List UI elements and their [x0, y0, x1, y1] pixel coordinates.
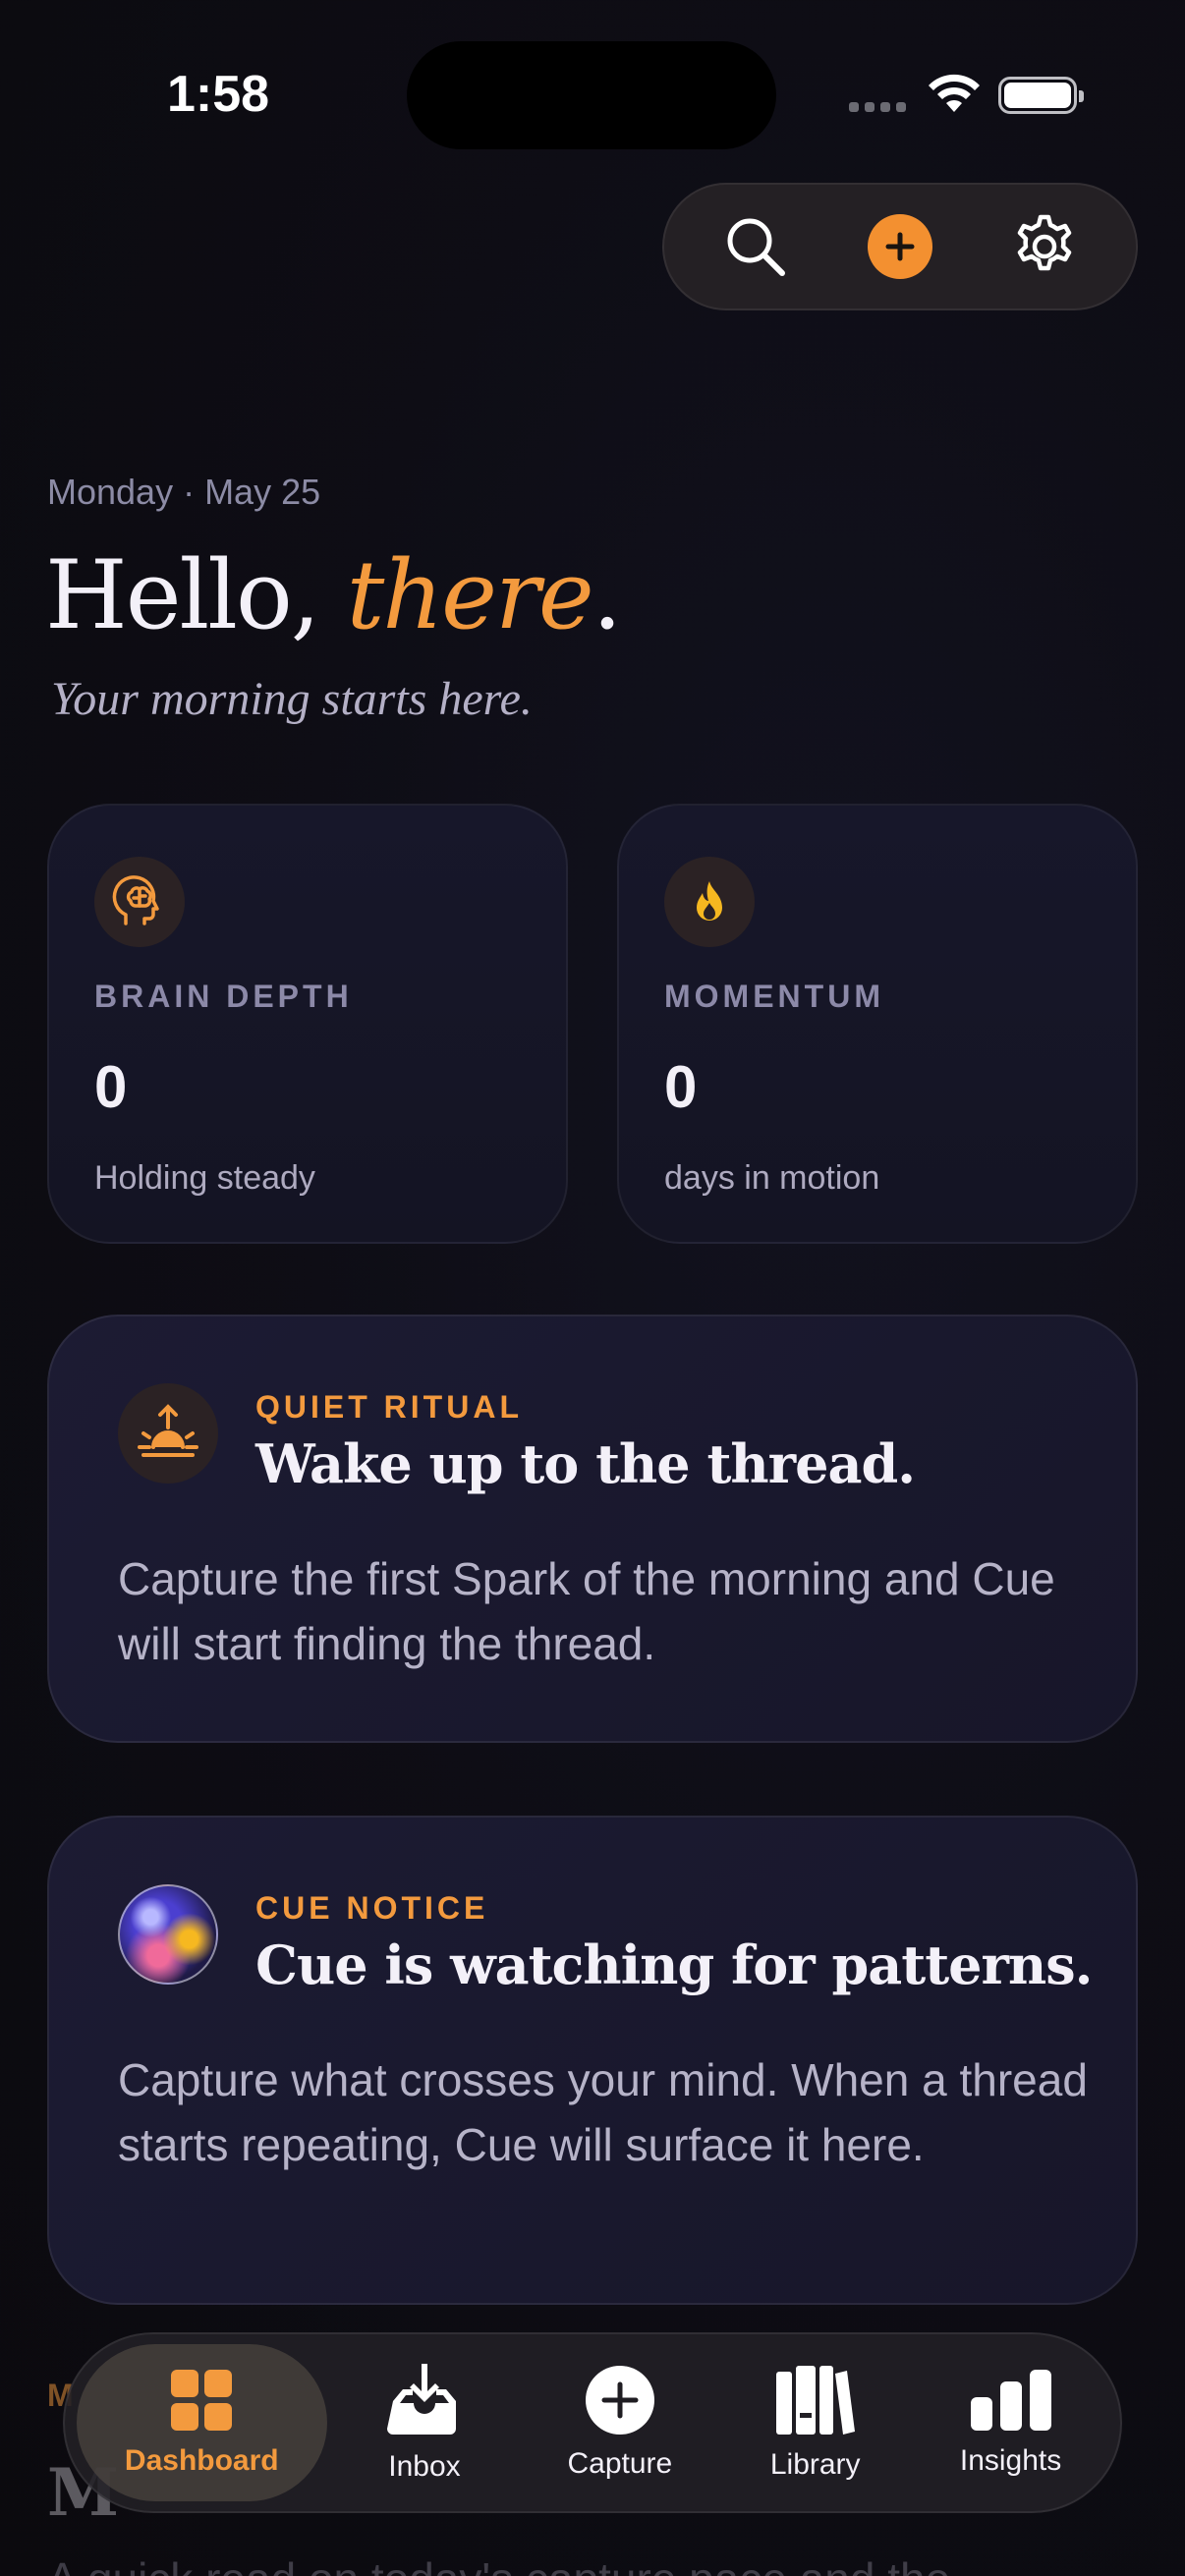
- card-body: Capture the first Spark of the morning a…: [118, 1553, 1055, 1669]
- sunrise-icon: [118, 1383, 218, 1484]
- card-title: Cue is watching for patterns.: [255, 1933, 1093, 1996]
- tab-label: Dashboard: [124, 2444, 279, 2477]
- section-subtitle: A quick read on today's capture pace and…: [47, 2552, 950, 2576]
- greeting-suffix: .: [592, 540, 622, 650]
- greeting-heading: Hello, there.: [45, 540, 622, 650]
- card-kicker: QUIET RITUAL: [255, 1389, 523, 1425]
- date-label: Monday · May 25: [47, 472, 321, 512]
- stat-caption: days in motion: [664, 1159, 880, 1197]
- card-kicker: CUE NOTICE: [255, 1890, 489, 1926]
- card-body: Capture what crosses your mind. When a t…: [118, 2054, 1088, 2170]
- tab-dashboard[interactable]: Dashboard: [77, 2344, 327, 2501]
- bar-chart-icon: [970, 2370, 1051, 2431]
- search-button[interactable]: [716, 207, 795, 286]
- quiet-ritual-card[interactable]: QUIET RITUAL Wake up to the thread. Capt…: [47, 1315, 1138, 1743]
- tab-label: Library: [769, 2448, 861, 2481]
- wifi-icon: [929, 74, 980, 112]
- brain-icon: [94, 857, 185, 947]
- plus-icon: [867, 214, 932, 279]
- cellular-signal-icon: [849, 102, 906, 112]
- greeting-subtitle: Your morning starts here.: [51, 673, 533, 725]
- tab-bar: Dashboard Inbox Capture Library Insights: [63, 2332, 1122, 2513]
- search-icon: [727, 218, 786, 276]
- tab-library[interactable]: Library: [717, 2344, 913, 2501]
- add-button[interactable]: [861, 207, 939, 286]
- battery-icon: [998, 77, 1084, 114]
- grid-icon: [171, 2370, 233, 2431]
- cue-orb-icon: [118, 1884, 218, 1985]
- tab-inbox[interactable]: Inbox: [327, 2344, 523, 2501]
- flame-icon: [664, 857, 755, 947]
- stat-value: 0: [94, 1054, 128, 1120]
- tab-label: Inbox: [388, 2450, 461, 2483]
- stat-value: 0: [664, 1054, 698, 1120]
- gear-icon: [1017, 214, 1071, 271]
- stat-label: BRAIN DEPTH: [94, 979, 353, 1014]
- momentum-card[interactable]: MOMENTUM 0 days in motion: [617, 804, 1138, 1244]
- stat-caption: Holding steady: [94, 1159, 315, 1197]
- card-title: Wake up to the thread.: [255, 1432, 916, 1495]
- tab-capture[interactable]: Capture: [522, 2344, 717, 2501]
- greeting-name: there: [346, 540, 594, 650]
- settings-button[interactable]: [1005, 207, 1084, 286]
- dynamic-island: [407, 41, 776, 149]
- cue-notice-card[interactable]: CUE NOTICE Cue is watching for patterns.…: [47, 1816, 1138, 2305]
- tab-insights[interactable]: Insights: [913, 2344, 1108, 2501]
- top-toolbar: [662, 183, 1138, 310]
- inbox-icon: [386, 2364, 456, 2435]
- stat-label: MOMENTUM: [664, 979, 884, 1014]
- status-bar: 1:58: [0, 0, 1185, 149]
- brain-depth-card[interactable]: BRAIN DEPTH 0 Holding steady: [47, 804, 568, 1244]
- tab-label: Insights: [959, 2444, 1062, 2477]
- greeting-prefix: Hello,: [45, 540, 347, 650]
- plus-circle-icon: [585, 2366, 654, 2435]
- books-icon: [775, 2366, 855, 2435]
- tab-label: Capture: [567, 2447, 673, 2480]
- status-time: 1:58: [167, 66, 270, 123]
